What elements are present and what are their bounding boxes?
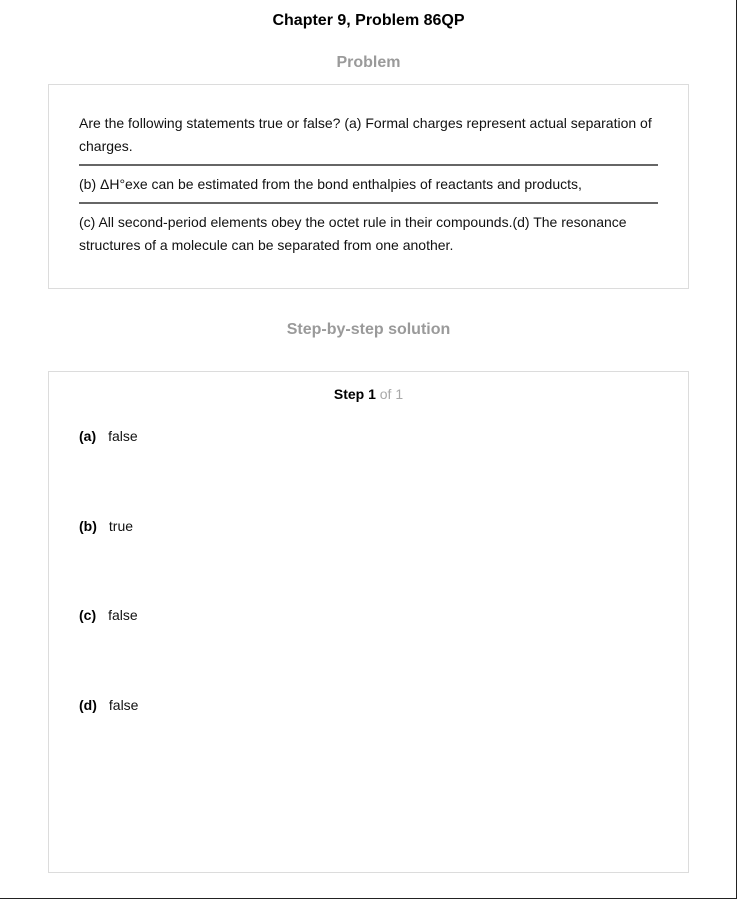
answer-item: (d) false bbox=[79, 696, 138, 714]
answer-value: true bbox=[108, 518, 134, 534]
problem-statement-part-b: (b) ΔH°exe can be estimated from the bon… bbox=[79, 176, 582, 192]
answer-value: false bbox=[108, 428, 138, 444]
page-title: Chapter 9, Problem 86QP bbox=[272, 12, 465, 29]
problem-box: Are the following statements true or fal… bbox=[48, 84, 689, 289]
solution-box: Step 1 of 1 (a) false (b) true (c) false (d… bbox=[48, 371, 689, 873]
answer-item: (c) false bbox=[79, 606, 138, 624]
answer-key: (b) bbox=[79, 518, 97, 534]
problem-statement-part-a: Are the following statements true or fal… bbox=[79, 115, 652, 154]
step-label: Step 1 bbox=[333, 386, 376, 402]
divider bbox=[79, 164, 658, 166]
answer-item: (a) false bbox=[79, 427, 138, 445]
answer-item: (b) true bbox=[79, 517, 133, 535]
solution-heading: Step-by-step solution bbox=[286, 321, 451, 338]
answer-value: false bbox=[108, 697, 139, 713]
step-count: of 1 bbox=[379, 386, 404, 402]
problem-heading: Problem bbox=[336, 54, 401, 71]
answer-key: (a) bbox=[79, 428, 97, 444]
answer-key: (d) bbox=[79, 697, 97, 713]
answer-value: false bbox=[108, 607, 138, 623]
divider bbox=[79, 202, 658, 204]
problem-statement-part-cd: (c) All second-period elements obey the … bbox=[79, 214, 627, 253]
answer-key: (c) bbox=[79, 607, 97, 623]
step-header: Step 1 of 1 bbox=[49, 385, 688, 403]
